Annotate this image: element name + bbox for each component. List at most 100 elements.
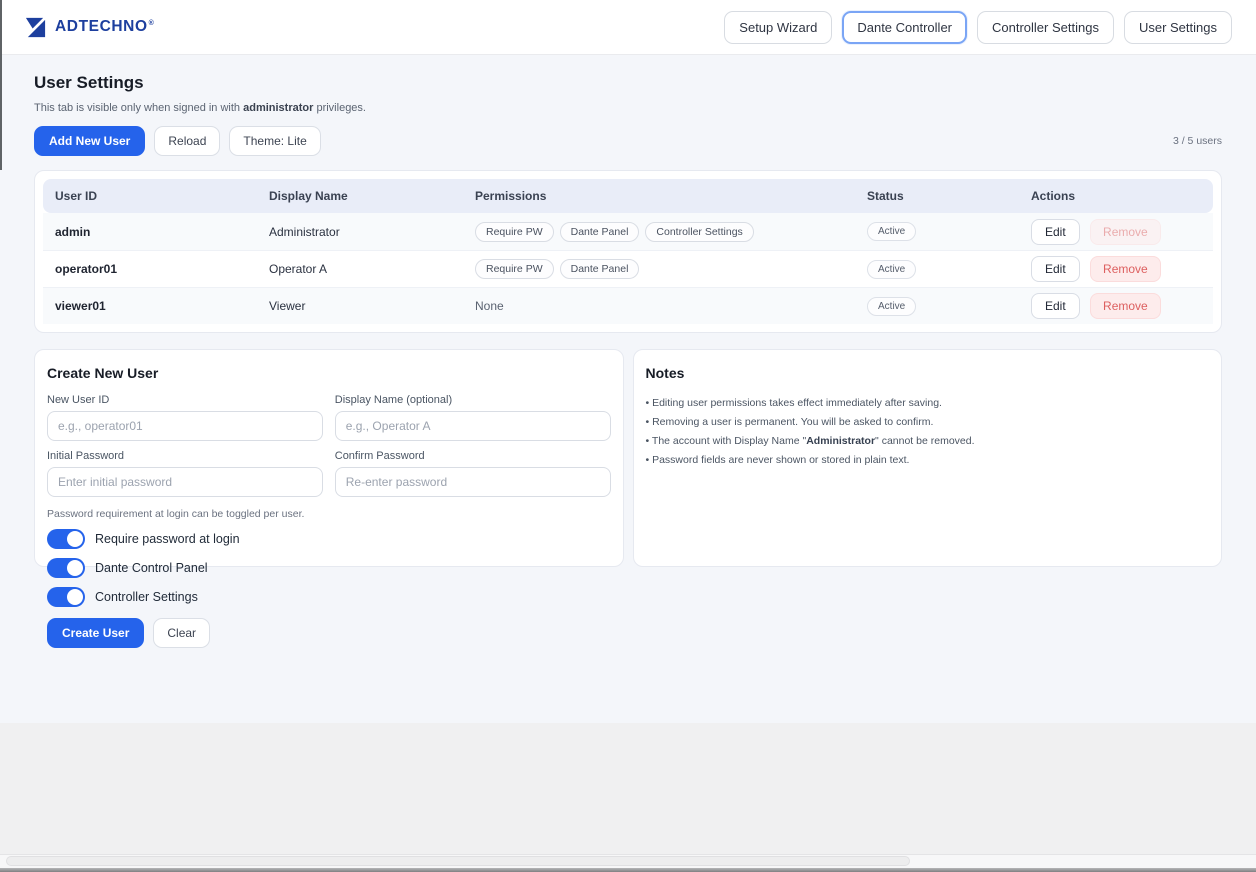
create-new-user-panel: Create New User New User ID Display Name… xyxy=(34,349,624,567)
note-text: • Removing a user is permanent. You will… xyxy=(646,416,934,428)
subtitle-text-2: privileges. xyxy=(313,102,366,114)
scrollbar-thumb[interactable] xyxy=(6,856,910,866)
toggle-dante-control-panel[interactable]: Dante Control Panel xyxy=(47,558,611,578)
reload-button[interactable]: Reload xyxy=(154,126,220,156)
toggle-knob xyxy=(67,531,83,547)
display-name-cell: Administrator xyxy=(257,225,463,239)
confirm-password-field-group: Confirm Password xyxy=(335,450,611,497)
registered-mark: ® xyxy=(149,20,155,27)
permission-badge: Require PW xyxy=(475,222,554,242)
nav-tab-user-settings[interactable]: User Settings xyxy=(1124,11,1232,44)
lower-panels: Create New User New User ID Display Name… xyxy=(34,349,1222,567)
notes-panel: Notes • Editing user permissions takes e… xyxy=(633,349,1223,567)
window-bottom-edge xyxy=(0,868,1256,872)
confirm-password-label: Confirm Password xyxy=(335,450,611,462)
toggle-knob xyxy=(67,589,83,605)
top-nav: Setup Wizard Dante Controller Controller… xyxy=(724,11,1232,44)
nav-tab-dante-controller[interactable]: Dante Controller xyxy=(842,11,967,44)
permission-badge: Require PW xyxy=(475,259,554,279)
display-name-cell: Operator A xyxy=(257,262,463,276)
adtechno-logo-icon xyxy=(24,16,47,39)
col-header-permissions: Permissions xyxy=(463,189,855,203)
status-badge: Active xyxy=(867,222,916,241)
horizontal-scrollbar xyxy=(0,854,1256,872)
display-name-input[interactable] xyxy=(335,411,611,441)
main-content: User Settings This tab is visible only w… xyxy=(0,55,1256,723)
note-text: • Editing user permissions takes effect … xyxy=(646,397,942,409)
note-item: • Removing a user is permanent. You will… xyxy=(646,413,1210,432)
create-user-title: Create New User xyxy=(47,365,611,381)
note-text: • The account with Display Name " xyxy=(646,435,807,447)
confirm-password-input[interactable] xyxy=(335,467,611,497)
brand-logo: ADTECHNO® xyxy=(24,16,154,39)
new-user-id-label: New User ID xyxy=(47,394,323,406)
toggle-controller-settings[interactable]: Controller Settings xyxy=(47,587,611,607)
note-text: • Password fields are never shown or sto… xyxy=(646,454,910,466)
top-header: ADTECHNO® Setup Wizard Dante Controller … xyxy=(0,0,1256,55)
table-row-operator01: operator01 Operator A Require PW Dante P… xyxy=(43,250,1213,287)
brand-name: ADTECHNO® xyxy=(55,18,154,36)
toggle-label: Controller Settings xyxy=(95,590,198,604)
toggle-label: Require password at login xyxy=(95,532,240,546)
note-item: • Editing user permissions takes effect … xyxy=(646,394,1210,413)
notes-title: Notes xyxy=(646,365,1210,381)
col-header-actions: Actions xyxy=(1019,189,1213,203)
new-user-id-field-group: New User ID xyxy=(47,394,323,441)
status-cell: Active xyxy=(855,297,1019,316)
initial-password-label: Initial Password xyxy=(47,450,323,462)
toggle-switch-on[interactable] xyxy=(47,558,85,578)
permission-badge: Dante Panel xyxy=(560,259,640,279)
note-item: • Password fields are never shown or sto… xyxy=(646,451,1210,470)
user-count-label: 3 / 5 users xyxy=(1173,135,1222,147)
new-user-id-input[interactable] xyxy=(47,411,323,441)
permission-badge: Controller Settings xyxy=(645,222,753,242)
users-table-header: User ID Display Name Permissions Status … xyxy=(43,179,1213,213)
create-user-form: New User ID Display Name (optional) Init… xyxy=(47,394,611,497)
user-id-cell: viewer01 xyxy=(43,299,257,313)
permissions-cell: None xyxy=(463,299,855,313)
permission-badge: Dante Panel xyxy=(560,222,640,242)
initial-password-field-group: Initial Password xyxy=(47,450,323,497)
status-cell: Active xyxy=(855,222,1019,241)
actions-cell: Edit Remove xyxy=(1019,256,1213,282)
nav-tab-controller-settings[interactable]: Controller Settings xyxy=(977,11,1114,44)
remove-user-button[interactable]: Remove xyxy=(1090,293,1161,319)
status-badge: Active xyxy=(867,260,916,279)
create-user-button[interactable]: Create User xyxy=(47,618,144,648)
col-header-user-id: User ID xyxy=(43,189,257,203)
display-name-field-group: Display Name (optional) xyxy=(335,394,611,441)
initial-password-input[interactable] xyxy=(47,467,323,497)
toggle-switch-on[interactable] xyxy=(47,587,85,607)
page-subtitle: This tab is visible only when signed in … xyxy=(34,102,1222,114)
display-name-cell: Viewer xyxy=(257,299,463,313)
window-left-edge xyxy=(0,0,2,170)
subtitle-bold: administrator xyxy=(243,102,313,114)
note-item: • The account with Display Name "Adminis… xyxy=(646,432,1210,451)
clear-form-button[interactable]: Clear xyxy=(153,618,210,648)
toggle-switch-on[interactable] xyxy=(47,529,85,549)
status-badge: Active xyxy=(867,297,916,316)
edit-user-button[interactable]: Edit xyxy=(1031,293,1080,319)
table-row-admin: admin Administrator Require PW Dante Pan… xyxy=(43,213,1213,250)
remove-user-button[interactable]: Remove xyxy=(1090,256,1161,282)
add-new-user-button[interactable]: Add New User xyxy=(34,126,145,156)
password-toggle-hint: Password requirement at login can be tog… xyxy=(47,508,611,520)
user-id-cell: admin xyxy=(43,225,257,239)
actions-cell: Edit Remove xyxy=(1019,293,1213,319)
toggle-knob xyxy=(67,560,83,576)
users-table: User ID Display Name Permissions Status … xyxy=(34,170,1222,333)
permissions-cell: Require PW Dante Panel Controller Settin… xyxy=(463,222,855,242)
permissions-cell: Require PW Dante Panel xyxy=(463,259,855,279)
table-row-viewer01: viewer01 Viewer None Active Edit Remove xyxy=(43,287,1213,324)
col-header-display-name: Display Name xyxy=(257,189,463,203)
remove-user-button: Remove xyxy=(1090,219,1161,245)
status-cell: Active xyxy=(855,260,1019,279)
edit-user-button[interactable]: Edit xyxy=(1031,219,1080,245)
toggle-require-password[interactable]: Require password at login xyxy=(47,529,611,549)
theme-toggle-button[interactable]: Theme: Lite xyxy=(229,126,320,156)
toggle-label: Dante Control Panel xyxy=(95,561,208,575)
edit-user-button[interactable]: Edit xyxy=(1031,256,1080,282)
nav-tab-setup-wizard[interactable]: Setup Wizard xyxy=(724,11,832,44)
page-title: User Settings xyxy=(34,73,1222,93)
notes-list: • Editing user permissions takes effect … xyxy=(646,394,1210,470)
